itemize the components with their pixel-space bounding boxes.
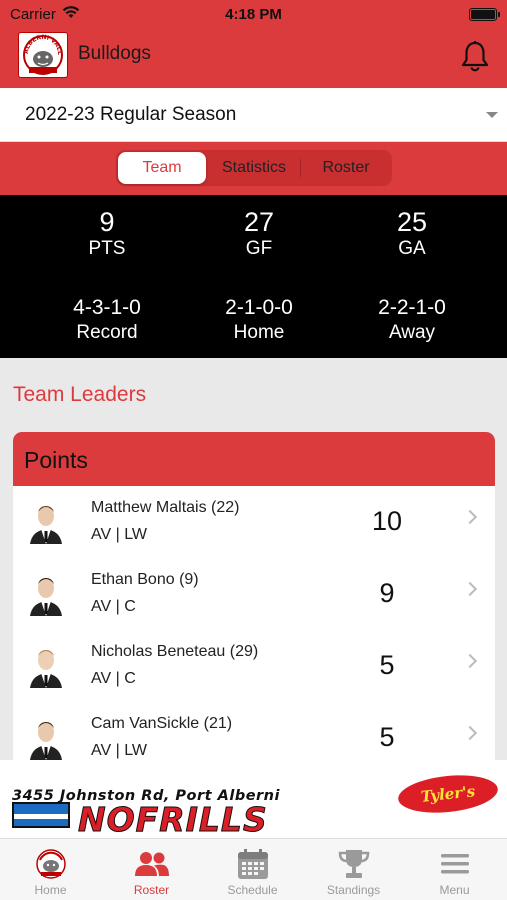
stat-away-label: Away	[388, 322, 436, 343]
segment-bar: Team Statistics Roster	[0, 142, 507, 195]
tab-label: Menu	[439, 883, 470, 897]
stat-away-value: 2-2-1-0	[378, 296, 446, 319]
player-photo	[26, 644, 66, 688]
status-bar: Carrier 4:18 PM	[0, 0, 507, 30]
tab-statistics[interactable]: Statistics	[208, 152, 300, 184]
player-position: AV | LW	[91, 526, 148, 543]
stat-home-label: Home	[233, 322, 285, 343]
tab-standings[interactable]: Standings	[303, 839, 404, 900]
season-value: 2022-23 Regular Season	[25, 104, 237, 125]
stat-record: 4-3-1-0 Record	[32, 295, 182, 345]
calendar-icon	[235, 847, 271, 881]
tab-roster-nav[interactable]: Roster	[101, 839, 202, 900]
ad-brand: NOFRILLS	[78, 800, 268, 839]
tab-menu[interactable]: Menu	[404, 839, 505, 900]
player-position: AV | C	[91, 598, 136, 615]
player-points: 5	[379, 650, 395, 680]
nofrills-plate-icon	[12, 802, 70, 828]
stat-ga-label: GA	[398, 238, 426, 259]
battery-icon	[469, 8, 500, 21]
team-logo[interactable]: ALBERNI VALLEY	[18, 32, 68, 78]
leader-row[interactable]: Nicholas Beneteau (29) AV | C 5	[13, 630, 495, 702]
player-points: 9	[379, 578, 395, 608]
points-leaders-card: Points Matthew Maltais (22) AV | LW 10 E…	[13, 432, 495, 772]
segmented-control: Team Statistics Roster	[116, 150, 392, 186]
hamburger-icon	[437, 847, 473, 881]
tab-home[interactable]: Home	[0, 839, 101, 900]
stat-record-value: 4-3-1-0	[73, 296, 141, 319]
stat-pts-label: PTS	[88, 238, 126, 259]
stat-gf-label: GF	[245, 238, 273, 259]
player-name: Matthew Maltais (22)	[91, 499, 240, 516]
leader-row[interactable]: Matthew Maltais (22) AV | LW 10	[13, 486, 495, 558]
team-title: Bulldogs	[78, 43, 151, 64]
bottom-tab-bar: Home Roster Schedule Standings Menu	[0, 838, 507, 900]
stat-home: 2-1-0-0 Home	[184, 295, 334, 345]
tab-label: Home	[34, 883, 67, 897]
people-icon	[134, 847, 170, 881]
season-dropdown[interactable]: 2022-23 Regular Season	[0, 88, 507, 142]
chevron-right-icon	[462, 653, 478, 669]
chevron-right-icon	[462, 581, 478, 597]
stat-ga: 25 GA	[337, 207, 487, 261]
tab-schedule[interactable]: Schedule	[202, 839, 303, 900]
player-photo	[26, 716, 66, 760]
ad-badge: Tyler's	[396, 770, 500, 818]
clock: 4:18 PM	[225, 6, 282, 23]
chevron-down-icon	[486, 112, 498, 118]
team-stats-panel: 9 PTS 27 GF 25 GA 4-3-1-0 Record 2-1-0-0…	[0, 195, 507, 358]
player-position: AV | LW	[91, 742, 148, 759]
stat-record-label: Record	[76, 322, 138, 343]
app-header: ALBERNI VALLEY Bulldogs	[0, 30, 507, 88]
player-name: Ethan Bono (9)	[91, 571, 199, 588]
stat-gf-value: 27	[243, 207, 275, 237]
player-points: 5	[379, 722, 395, 752]
bulldogs-logo-icon	[33, 847, 69, 881]
stat-pts-value: 9	[99, 207, 115, 237]
tab-label: Schedule	[227, 883, 278, 897]
ad-banner[interactable]: 3455 Johnston Rd, Port Alberni NOFRILLS …	[0, 760, 507, 838]
section-title: Team Leaders	[13, 383, 147, 406]
trophy-icon	[336, 847, 372, 881]
bell-icon[interactable]	[460, 40, 490, 77]
stat-gf: 27 GF	[184, 207, 334, 261]
player-name: Nicholas Beneteau (29)	[91, 643, 259, 660]
card-title: Points	[13, 432, 495, 486]
segment-divider	[300, 159, 301, 177]
tab-label: Roster	[133, 883, 170, 897]
player-photo	[26, 572, 66, 616]
player-name: Cam VanSickle (21)	[91, 715, 233, 732]
tab-team[interactable]: Team	[118, 152, 206, 184]
player-position: AV | C	[91, 670, 136, 687]
chevron-right-icon	[462, 725, 478, 741]
stat-away: 2-2-1-0 Away	[337, 295, 487, 345]
stat-home-value: 2-1-0-0	[225, 296, 293, 319]
stat-ga-value: 25	[396, 207, 428, 237]
tab-label: Standings	[326, 883, 381, 897]
chevron-right-icon	[462, 509, 478, 525]
player-photo	[26, 500, 66, 544]
tab-roster[interactable]: Roster	[302, 152, 390, 184]
leader-row[interactable]: Ethan Bono (9) AV | C 9	[13, 558, 495, 630]
player-points: 10	[371, 506, 403, 536]
stat-pts: 9 PTS	[32, 207, 182, 261]
